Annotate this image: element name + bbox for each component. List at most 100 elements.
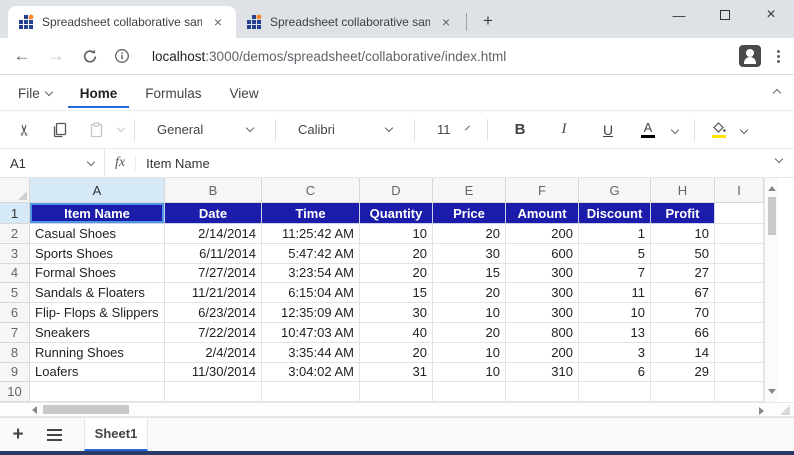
cell-G10[interactable] — [579, 382, 651, 402]
cell-E7[interactable]: 20 — [433, 323, 506, 343]
cell-A3[interactable]: Sports Shoes — [30, 244, 165, 264]
cell-H7[interactable]: 66 — [651, 323, 715, 343]
scroll-left-icon[interactable] — [32, 406, 37, 414]
cell-D2[interactable]: 10 — [360, 224, 433, 244]
cell-C10[interactable] — [262, 382, 360, 402]
cut-button[interactable]: ✂ — [10, 116, 38, 144]
font-name-dropdown[interactable]: Calibri — [286, 122, 404, 137]
column-header-f[interactable]: F — [506, 178, 579, 203]
row-header-5[interactable]: 5 — [0, 283, 30, 303]
cell-I7[interactable] — [715, 323, 764, 343]
cell-H2[interactable]: 10 — [651, 224, 715, 244]
tab-view[interactable]: View — [218, 77, 271, 108]
cell-I9[interactable] — [715, 363, 764, 383]
cell-B6[interactable]: 6/23/2014 — [165, 303, 262, 323]
cell-A8[interactable]: Running Shoes — [30, 343, 165, 363]
column-header-g[interactable]: G — [579, 178, 651, 203]
cell-G9[interactable]: 6 — [579, 363, 651, 383]
cell-D8[interactable]: 20 — [360, 343, 433, 363]
cell-B4[interactable]: 7/27/2014 — [165, 264, 262, 284]
cell-B9[interactable]: 11/30/2014 — [165, 363, 262, 383]
cell-B3[interactable]: 6/11/2014 — [165, 244, 262, 264]
cell-H8[interactable]: 14 — [651, 343, 715, 363]
cell-A6[interactable]: Flip- Flops & Slippers — [30, 303, 165, 323]
fill-color-dropdown-icon[interactable] — [740, 125, 748, 133]
underline-button[interactable]: U — [594, 116, 622, 144]
collapse-ribbon-icon[interactable] — [773, 89, 781, 97]
column-header-d[interactable]: D — [360, 178, 433, 203]
tab-close-icon[interactable]: × — [210, 14, 226, 30]
paste-button[interactable] — [82, 116, 110, 144]
tab-formulas[interactable]: Formulas — [133, 77, 213, 108]
cell-F10[interactable] — [506, 382, 579, 402]
vertical-scrollbar[interactable] — [764, 178, 778, 402]
fill-color-button[interactable] — [705, 116, 733, 144]
row-header-7[interactable]: 7 — [0, 323, 30, 343]
cell-F5[interactable]: 300 — [506, 283, 579, 303]
cell-C6[interactable]: 12:35:09 AM — [262, 303, 360, 323]
select-all-corner[interactable] — [0, 178, 30, 203]
cell-I4[interactable] — [715, 264, 764, 284]
cell-E1[interactable]: Price — [433, 203, 506, 224]
url-text[interactable]: localhost:3000/demos/spreadsheet/collabo… — [152, 49, 725, 64]
cell-I8[interactable] — [715, 343, 764, 363]
horizontal-scrollbar[interactable] — [0, 402, 794, 417]
reload-icon[interactable] — [80, 48, 100, 65]
cell-A7[interactable]: Sneakers — [30, 323, 165, 343]
cell-E3[interactable]: 30 — [433, 244, 506, 264]
font-color-button[interactable]: A — [634, 116, 662, 144]
cell-D10[interactable] — [360, 382, 433, 402]
cell-F9[interactable]: 310 — [506, 363, 579, 383]
browser-menu-icon[interactable] — [775, 48, 782, 65]
cell-I1[interactable] — [715, 203, 764, 224]
sheet-tab-sheet1[interactable]: Sheet1 — [84, 418, 148, 451]
browser-tab-1[interactable]: Spreadsheet collaborative samp × — [8, 6, 236, 38]
cell-F7[interactable]: 800 — [506, 323, 579, 343]
column-header-h[interactable]: H — [651, 178, 715, 203]
add-sheet-button[interactable]: + — [0, 418, 36, 451]
row-header-1[interactable]: 1 — [0, 203, 30, 224]
cell-I5[interactable] — [715, 283, 764, 303]
row-header-9[interactable]: 9 — [0, 363, 30, 383]
cell-E10[interactable] — [433, 382, 506, 402]
cell-E6[interactable]: 10 — [433, 303, 506, 323]
italic-button[interactable]: I — [550, 116, 578, 144]
cell-H9[interactable]: 29 — [651, 363, 715, 383]
scroll-right-icon[interactable] — [759, 407, 764, 415]
cell-C4[interactable]: 3:23:54 AM — [262, 264, 360, 284]
cell-I2[interactable] — [715, 224, 764, 244]
cell-C1[interactable]: Time — [262, 203, 360, 224]
tab-file[interactable]: File — [6, 77, 64, 108]
cell-H5[interactable]: 67 — [651, 283, 715, 303]
cell-C2[interactable]: 11:25:42 AM — [262, 224, 360, 244]
formula-input[interactable]: Item Name — [136, 156, 794, 171]
minimize-button[interactable]: — — [656, 0, 702, 30]
new-tab-button[interactable]: + — [475, 8, 501, 34]
cell-F6[interactable]: 300 — [506, 303, 579, 323]
cell-F2[interactable]: 200 — [506, 224, 579, 244]
cell-A2[interactable]: Casual Shoes — [30, 224, 165, 244]
cell-E4[interactable]: 15 — [433, 264, 506, 284]
cell-H4[interactable]: 27 — [651, 264, 715, 284]
cell-E8[interactable]: 10 — [433, 343, 506, 363]
cell-E2[interactable]: 20 — [433, 224, 506, 244]
cell-A9[interactable]: Loafers — [30, 363, 165, 383]
scroll-down-icon[interactable] — [768, 389, 776, 394]
tab-home[interactable]: Home — [68, 77, 130, 108]
cell-I6[interactable] — [715, 303, 764, 323]
cell-D3[interactable]: 20 — [360, 244, 433, 264]
browser-tab-2[interactable]: Spreadsheet collaborative sampl × — [236, 6, 464, 38]
name-box[interactable]: A1 — [0, 156, 104, 171]
forward-icon[interactable]: → — [46, 46, 66, 66]
scroll-up-icon[interactable] — [768, 186, 776, 191]
column-header-a[interactable]: A — [30, 178, 165, 203]
column-header-c[interactable]: C — [262, 178, 360, 203]
cell-E9[interactable]: 10 — [433, 363, 506, 383]
info-icon[interactable] — [114, 48, 130, 64]
copy-button[interactable] — [46, 116, 74, 144]
bold-button[interactable]: B — [506, 116, 534, 144]
row-header-3[interactable]: 3 — [0, 244, 30, 264]
cell-F1[interactable]: Amount — [506, 203, 579, 224]
cell-D7[interactable]: 40 — [360, 323, 433, 343]
back-icon[interactable]: ← — [12, 46, 32, 66]
